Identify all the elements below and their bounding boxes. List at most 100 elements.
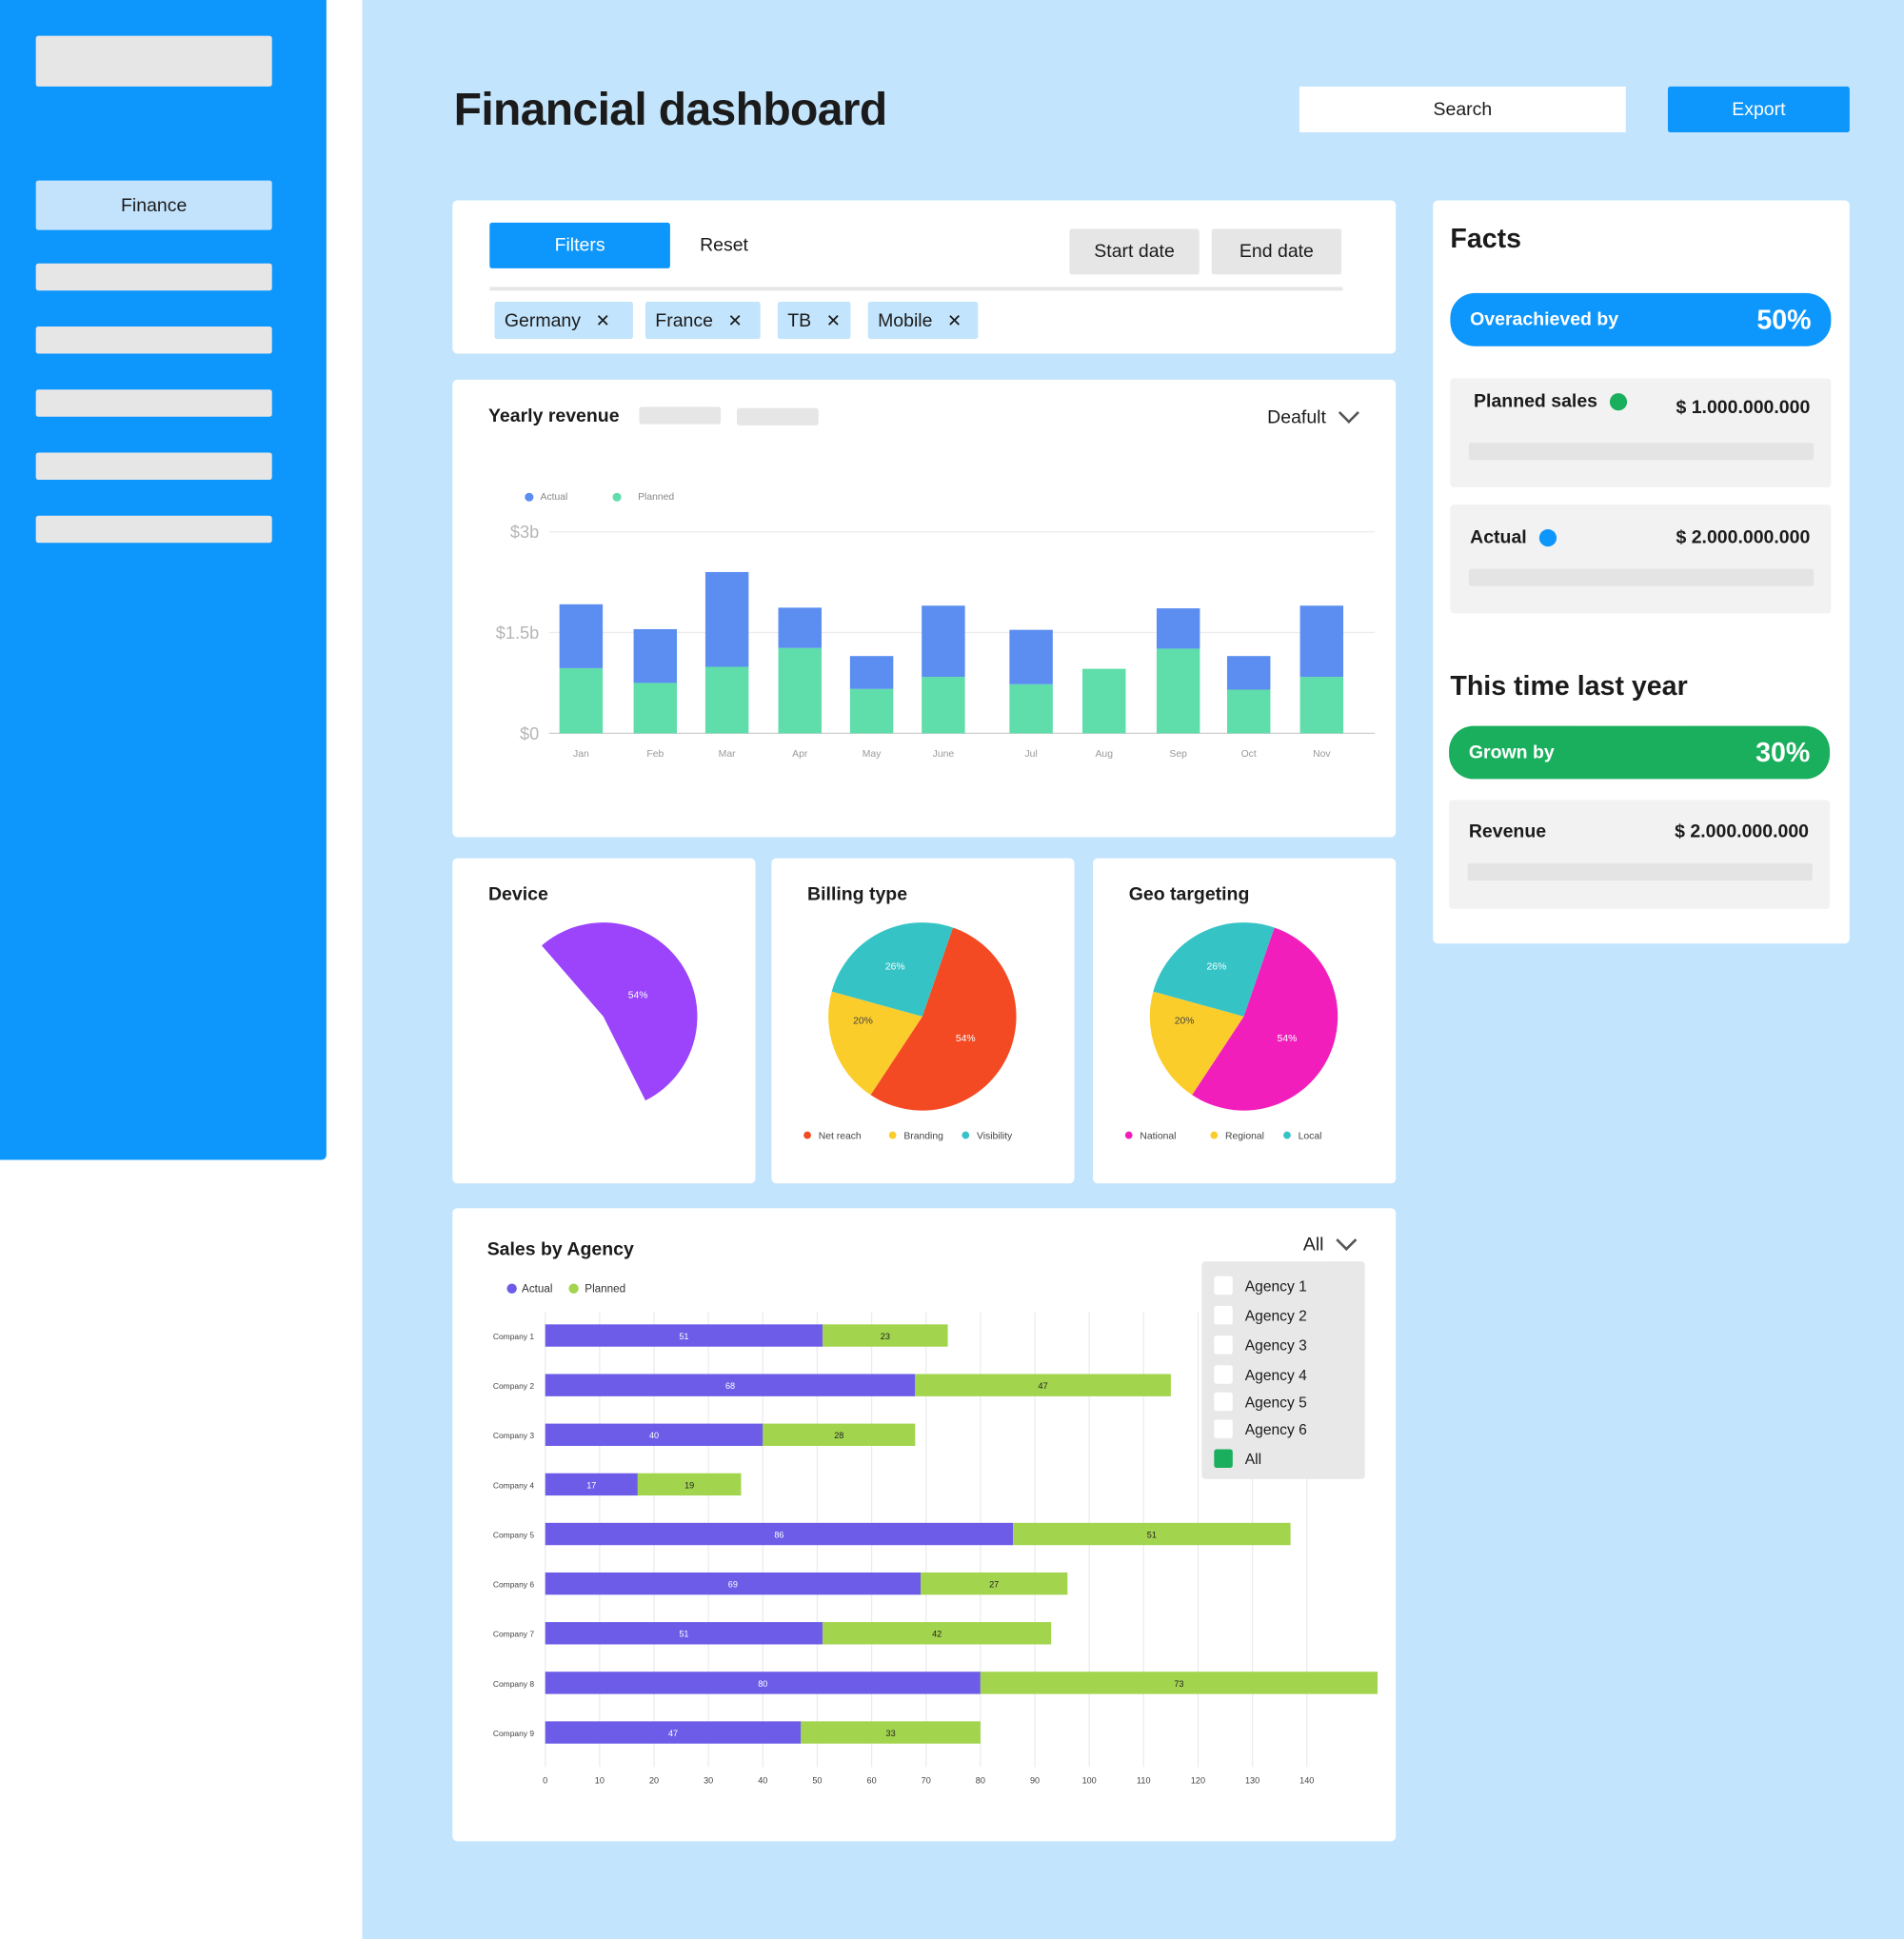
bar-data-label: 47 [668, 1729, 678, 1738]
pill-label: Grown by [1468, 742, 1555, 763]
bar-planned [1082, 668, 1126, 734]
agency-option[interactable]: Agency 6 [1214, 1419, 1307, 1438]
x-tick-label: 40 [758, 1775, 767, 1785]
close-icon[interactable]: ✕ [596, 309, 610, 330]
filter-chip-germany: Germany ✕ [494, 301, 633, 339]
agency-option-all[interactable]: All [1214, 1449, 1262, 1469]
filter-chip-tb: TB ✕ [777, 301, 851, 339]
geo-card: Geo targeting 54% 20% 26% National Regional L… [1093, 858, 1397, 1184]
bar-data-label: 23 [881, 1332, 890, 1341]
agency-option[interactable]: Agency 5 [1214, 1392, 1307, 1412]
fact-label: Actual [1470, 526, 1557, 548]
legend-dot [1210, 1131, 1219, 1139]
agency-option[interactable]: Agency 1 [1214, 1276, 1307, 1296]
sidebar-item[interactable] [35, 452, 272, 481]
sidebar: Finance [0, 0, 327, 1160]
agency-option[interactable]: Agency 4 [1214, 1365, 1307, 1384]
legend-dot-actual [525, 492, 534, 502]
bar-planned [1009, 683, 1053, 734]
device-pie-chart: 54% [542, 922, 698, 1101]
bar-actual [1299, 605, 1344, 678]
close-icon[interactable]: ✕ [826, 309, 841, 330]
checkbox[interactable] [1214, 1419, 1233, 1438]
checkbox[interactable] [1214, 1276, 1233, 1296]
pie-data-label: 20% [853, 1017, 873, 1027]
pie-slice-device [542, 922, 698, 1101]
x-tick-label: 50 [812, 1775, 822, 1785]
sidebar-item[interactable] [35, 326, 272, 354]
bar-data-label: 17 [586, 1480, 596, 1490]
yearly-revenue-card: Yearly revenue Deafult Actual Planned $3b $… [452, 379, 1397, 838]
pie-data-label: 26% [885, 961, 905, 972]
x-tick-label: 140 [1299, 1775, 1314, 1785]
bar-actual [633, 628, 678, 683]
agency-option[interactable]: Agency 2 [1214, 1305, 1307, 1325]
bar-data-label: 69 [728, 1580, 738, 1590]
sidebar-item-finance[interactable]: Finance [35, 180, 272, 230]
y-tick-label: Company 6 [493, 1580, 534, 1590]
sidebar-item[interactable] [35, 389, 272, 417]
agency-option[interactable]: Agency 3 [1214, 1336, 1307, 1355]
bar-planned [849, 688, 894, 734]
bar-planned [704, 666, 749, 734]
x-tick-label: Aug [1096, 749, 1114, 760]
checkbox[interactable] [1214, 1392, 1233, 1412]
bar-data-label: 51 [679, 1630, 688, 1639]
close-icon[interactable]: ✕ [728, 309, 743, 330]
checkbox[interactable] [1214, 1365, 1233, 1384]
bar-planned [559, 667, 604, 734]
reset-button[interactable]: Reset [700, 235, 748, 256]
legend-dot-actual [506, 1283, 517, 1294]
sidebar-item[interactable] [35, 263, 272, 291]
filters-button[interactable]: Filters [489, 222, 670, 268]
chip-label: Germany [504, 309, 581, 331]
x-tick-label: 60 [867, 1775, 877, 1785]
start-date-button[interactable]: Start date [1069, 228, 1200, 275]
billing-card: Billing type 54% 20% 26% Net reach Branding V… [771, 858, 1075, 1184]
x-tick-label: 110 [1137, 1775, 1150, 1785]
pill-label: Overachieved by [1470, 308, 1619, 330]
y-tick-label: $3b [510, 523, 539, 542]
filter-chip-mobile: Mobile ✕ [867, 301, 979, 339]
bar-data-label: 28 [834, 1431, 843, 1440]
bar-data-label: 68 [725, 1381, 735, 1391]
option-label: All [1244, 1450, 1262, 1468]
checkbox[interactable] [1214, 1305, 1233, 1325]
sidebar-item[interactable] [35, 515, 272, 544]
bar-data-label: 19 [684, 1480, 694, 1490]
y-tick-label: $1.5b [496, 623, 539, 643]
bar-actual [849, 656, 894, 689]
bar-planned [633, 683, 678, 734]
filter-card: Filters Reset Start date End date German… [452, 200, 1397, 354]
status-dot-icon [1538, 528, 1557, 546]
export-button[interactable]: Export [1667, 86, 1850, 133]
pie-data-label: 20% [1175, 1017, 1195, 1027]
bar-data-label: 86 [774, 1530, 783, 1539]
x-tick-label: 130 [1245, 1775, 1259, 1785]
fact-label: Planned sales [1474, 391, 1628, 412]
option-label: Agency 2 [1244, 1306, 1307, 1324]
fact-value: $ 1.000.000.000 [1676, 397, 1811, 419]
overachieved-pill: Overachieved by 50% [1450, 292, 1832, 346]
bar-actual [1156, 608, 1200, 649]
x-tick-label: June [933, 749, 955, 760]
search-input[interactable] [1299, 86, 1626, 133]
actual-box: Actual $ 2.000.000.000 [1450, 505, 1832, 614]
legend-label-actual: Actual [522, 1283, 552, 1296]
y-tick-label: Company 8 [493, 1679, 534, 1689]
bar-data-label: 42 [932, 1630, 942, 1639]
x-tick-label: Nov [1313, 749, 1331, 760]
last-year-title: This time last year [1450, 670, 1688, 702]
close-icon[interactable]: ✕ [947, 309, 962, 330]
agency-dropdown-menu: Agency 1 Agency 2 Agency 3 Agency 4 Agen… [1201, 1261, 1365, 1479]
bar-data-label: 40 [649, 1431, 659, 1440]
checkbox[interactable] [1214, 1336, 1233, 1355]
bar-actual [704, 571, 749, 667]
y-tick-label: Company 1 [493, 1332, 534, 1341]
end-date-button[interactable]: End date [1211, 228, 1342, 275]
bar-data-label: 33 [886, 1729, 896, 1738]
y-tick-label: Company 7 [493, 1630, 534, 1639]
bar-planned [778, 647, 822, 734]
x-tick-label: Oct [1241, 749, 1257, 760]
checkbox-checked[interactable] [1214, 1449, 1233, 1469]
